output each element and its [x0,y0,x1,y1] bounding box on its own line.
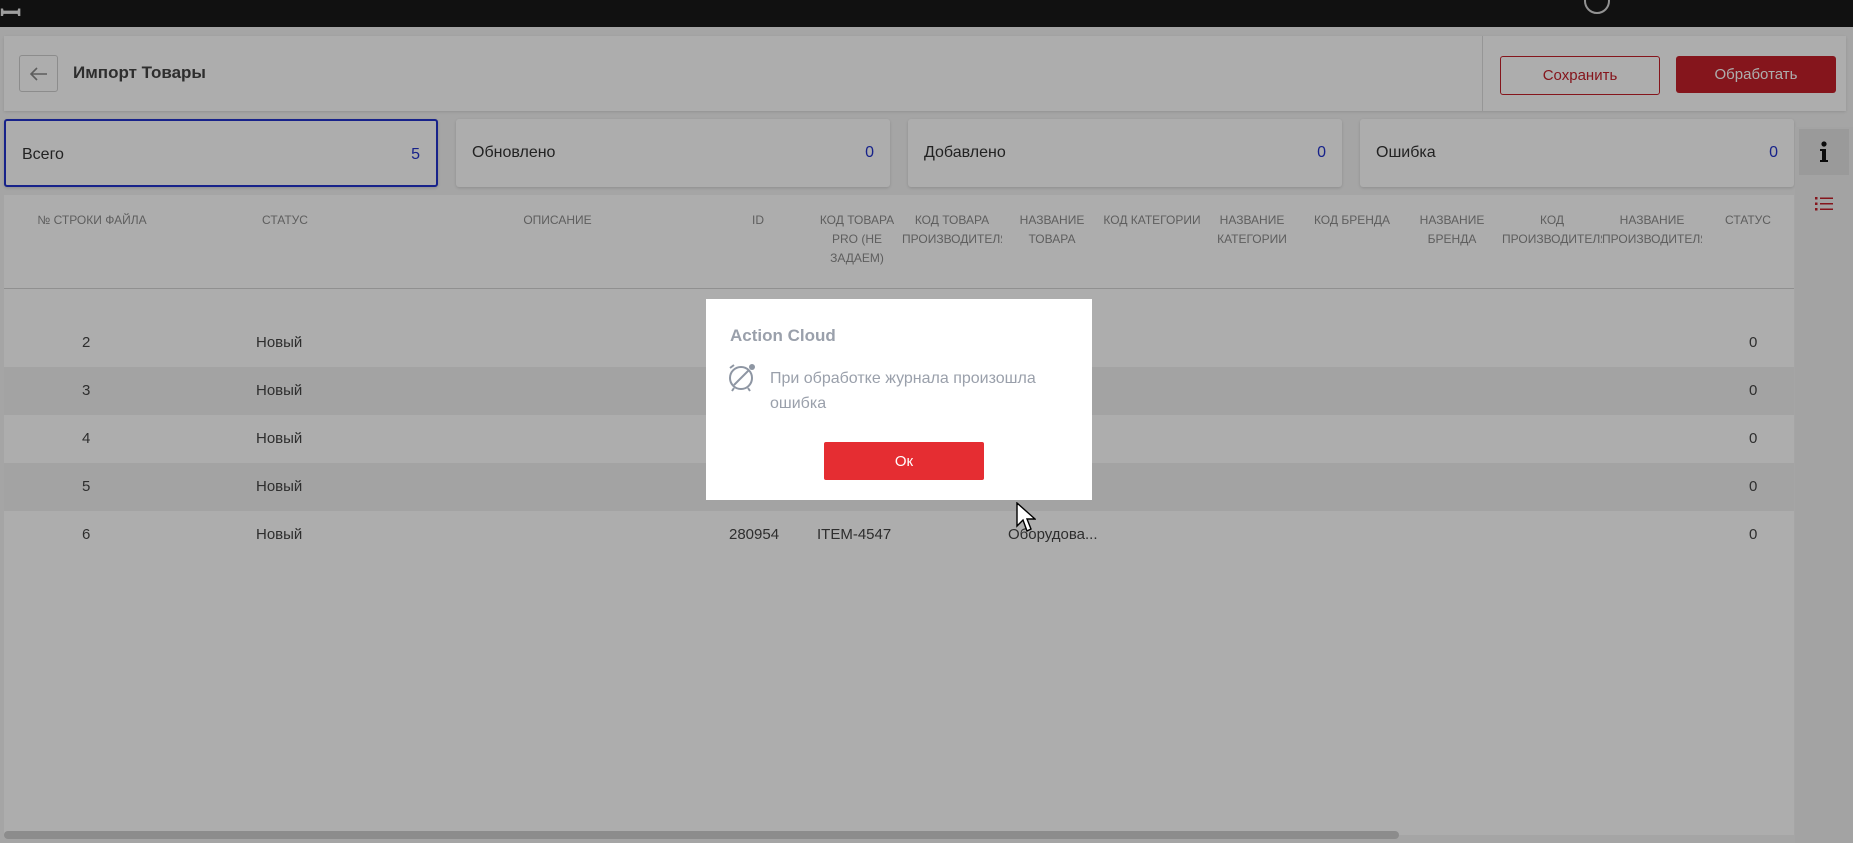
ok-button[interactable]: Ок [824,442,984,480]
dialog-message: При обработке журнала произошла ошибка [770,370,1036,412]
error-dialog: Action Cloud При обработке журнала произ… [706,299,1092,500]
dialog-title: Action Cloud [730,326,836,345]
error-clock-icon [729,364,755,392]
mouse-cursor-icon [1016,502,1036,532]
